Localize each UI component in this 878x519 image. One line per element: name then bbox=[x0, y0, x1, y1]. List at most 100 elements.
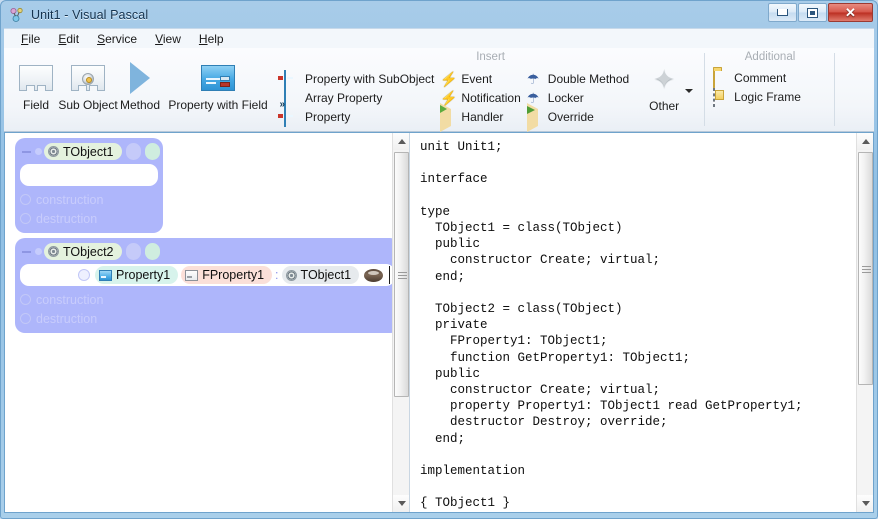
other-star-icon: ✦ bbox=[653, 64, 676, 94]
double-method-button[interactable]: ☂ Double Method bbox=[525, 69, 633, 88]
menu-item-view[interactable]: View bbox=[146, 31, 190, 47]
property-with-field-icon bbox=[201, 60, 235, 96]
logic-frame-label: Logic Frame bbox=[734, 89, 801, 104]
chevron-down-icon[interactable] bbox=[685, 89, 694, 93]
member-field-label: FProperty1 bbox=[202, 268, 265, 282]
additional-column: Comment Logic Frame bbox=[711, 51, 805, 131]
maximize-button[interactable] bbox=[798, 3, 827, 22]
comment-button[interactable]: Comment bbox=[711, 69, 805, 89]
logic-frame-button[interactable]: Logic Frame bbox=[711, 87, 805, 107]
member-property-chip[interactable]: Property1 bbox=[95, 266, 179, 284]
code-pane[interactable]: unit Unit1; interface type TObject1 = cl… bbox=[410, 133, 873, 512]
scroll-down-icon[interactable] bbox=[857, 495, 873, 512]
comment-icon bbox=[713, 69, 729, 89]
logic-frame-icon bbox=[713, 87, 729, 107]
close-button[interactable]: ✕ bbox=[828, 3, 873, 22]
member-ring-icon bbox=[78, 269, 90, 281]
scrollbar-thumb[interactable] bbox=[394, 152, 409, 397]
menu-item-service[interactable]: Service bbox=[88, 31, 146, 47]
override-button[interactable]: Override bbox=[525, 103, 633, 133]
property-with-subobject-label: Property with SubObject bbox=[305, 71, 435, 86]
scrollbar-thumb[interactable] bbox=[858, 152, 873, 385]
property-with-subobject-button[interactable]: Property with SubObject bbox=[278, 69, 438, 89]
object-diagram: TObject1 construction destruction TObjec… bbox=[5, 133, 400, 512]
menu-service-label: ervice bbox=[105, 31, 138, 46]
event-button[interactable]: ⚡ Event bbox=[438, 69, 524, 88]
event-bolt-icon: ⚡ bbox=[440, 70, 458, 87]
stub-ring-icon bbox=[20, 313, 31, 324]
scroll-up-icon[interactable] bbox=[393, 133, 409, 150]
node-title-pill[interactable]: TObject2 bbox=[44, 243, 122, 260]
diagram-node-tobject1[interactable]: TObject1 construction destruction bbox=[15, 138, 163, 233]
property-with-field-button[interactable]: Property with Field bbox=[166, 51, 270, 131]
title-bar: Unit1 - Visual Pascal ✕ bbox=[1, 1, 877, 28]
ufo-icon[interactable] bbox=[364, 268, 384, 282]
maximize-icon bbox=[807, 7, 818, 18]
other-button[interactable]: ✦ Other bbox=[633, 51, 695, 131]
stub-ring-icon bbox=[20, 294, 31, 305]
badge-green[interactable] bbox=[144, 243, 160, 260]
locker-button[interactable]: ☂ Locker bbox=[525, 88, 633, 107]
field-button[interactable]: Field bbox=[10, 51, 62, 131]
locker-label: Locker bbox=[547, 91, 584, 105]
node-stub-construction[interactable]: construction bbox=[20, 290, 395, 309]
class-target-icon bbox=[48, 146, 59, 157]
array-property-button[interactable]: Array Property bbox=[282, 88, 438, 108]
field-button-label: Field bbox=[22, 98, 49, 112]
class-target-icon bbox=[285, 269, 297, 281]
node-member-row[interactable]: Property1 FProperty1 : TObject1 bbox=[20, 264, 395, 286]
diagram-scrollbar[interactable] bbox=[392, 133, 409, 512]
notification-button[interactable]: ⚡ Notification bbox=[438, 88, 524, 107]
property-with-field-button-label: Property with Field bbox=[168, 98, 268, 112]
code-scrollbar[interactable] bbox=[856, 133, 873, 512]
method-button-label: Method bbox=[119, 98, 161, 112]
member-type-chip[interactable]: TObject1 bbox=[281, 266, 360, 284]
field-icon bbox=[19, 60, 53, 96]
app-window: Unit1 - Visual Pascal ✕ File Edit Servic… bbox=[0, 0, 878, 519]
property-icon bbox=[278, 108, 300, 128]
node-title-pill[interactable]: TObject1 bbox=[44, 143, 122, 160]
sub-object-button[interactable]: Sub Object bbox=[58, 51, 118, 131]
property-subobject-icon bbox=[278, 69, 300, 89]
menu-help-label: elp bbox=[207, 31, 224, 46]
handler-button[interactable]: Handler bbox=[438, 103, 524, 133]
insert-column-properties: Property with SubObject Array Property P… bbox=[278, 51, 438, 131]
node-stub-destruction-label: destruction bbox=[36, 311, 98, 326]
node-stub-destruction[interactable]: destruction bbox=[20, 209, 158, 228]
sub-object-icon bbox=[71, 60, 105, 96]
menu-edit-label: dit bbox=[66, 31, 80, 46]
class-target-icon bbox=[48, 246, 59, 257]
ribbon-toolbar: Field Sub Object Method Property with Fi… bbox=[4, 48, 874, 133]
scroll-up-icon[interactable] bbox=[857, 133, 873, 150]
diagram-pane[interactable]: TObject1 construction destruction TObjec… bbox=[5, 133, 410, 512]
menu-item-help[interactable]: Help bbox=[190, 31, 233, 47]
collapse-minus-icon[interactable] bbox=[20, 245, 33, 258]
menu-item-file[interactable]: File bbox=[12, 31, 49, 47]
menu-view-mnemonic: V bbox=[155, 31, 163, 46]
node-stub-construction[interactable]: construction bbox=[20, 190, 158, 209]
badge-green[interactable] bbox=[144, 143, 160, 160]
text-caret bbox=[389, 266, 390, 284]
collapse-minus-icon[interactable] bbox=[20, 145, 33, 158]
node-stub-destruction[interactable]: destruction bbox=[20, 309, 395, 328]
handler-flag-icon bbox=[440, 103, 456, 133]
badge-blue[interactable] bbox=[125, 243, 141, 260]
additional-group-caption: Additional bbox=[744, 51, 796, 63]
double-method-label: Double Method bbox=[547, 71, 630, 86]
property-button[interactable]: Property bbox=[278, 108, 438, 128]
minimize-button[interactable] bbox=[768, 3, 797, 22]
method-button[interactable]: Method bbox=[114, 51, 166, 131]
stub-ring-icon bbox=[20, 194, 31, 205]
source-code-text[interactable]: unit Unit1; interface type TObject1 = cl… bbox=[410, 133, 856, 512]
badge-blue[interactable] bbox=[125, 143, 141, 160]
scroll-down-icon[interactable] bbox=[393, 495, 409, 512]
diagram-node-tobject2[interactable]: TObject2 Property1 FProperty1: TObject1… bbox=[15, 238, 400, 333]
override-pen-icon bbox=[526, 103, 543, 133]
node-field-strip[interactable] bbox=[20, 164, 158, 186]
ribbon-group-insert: Insert Property with SubObject Array Pro… bbox=[276, 48, 706, 133]
property-label: Property bbox=[305, 110, 351, 125]
menu-file-label: ile bbox=[28, 31, 41, 46]
insert-column-methods: ☂ Double Method ☂ Locker Override bbox=[525, 51, 633, 133]
menu-item-edit[interactable]: Edit bbox=[49, 31, 88, 47]
member-field-chip[interactable]: FProperty1 bbox=[181, 266, 273, 284]
